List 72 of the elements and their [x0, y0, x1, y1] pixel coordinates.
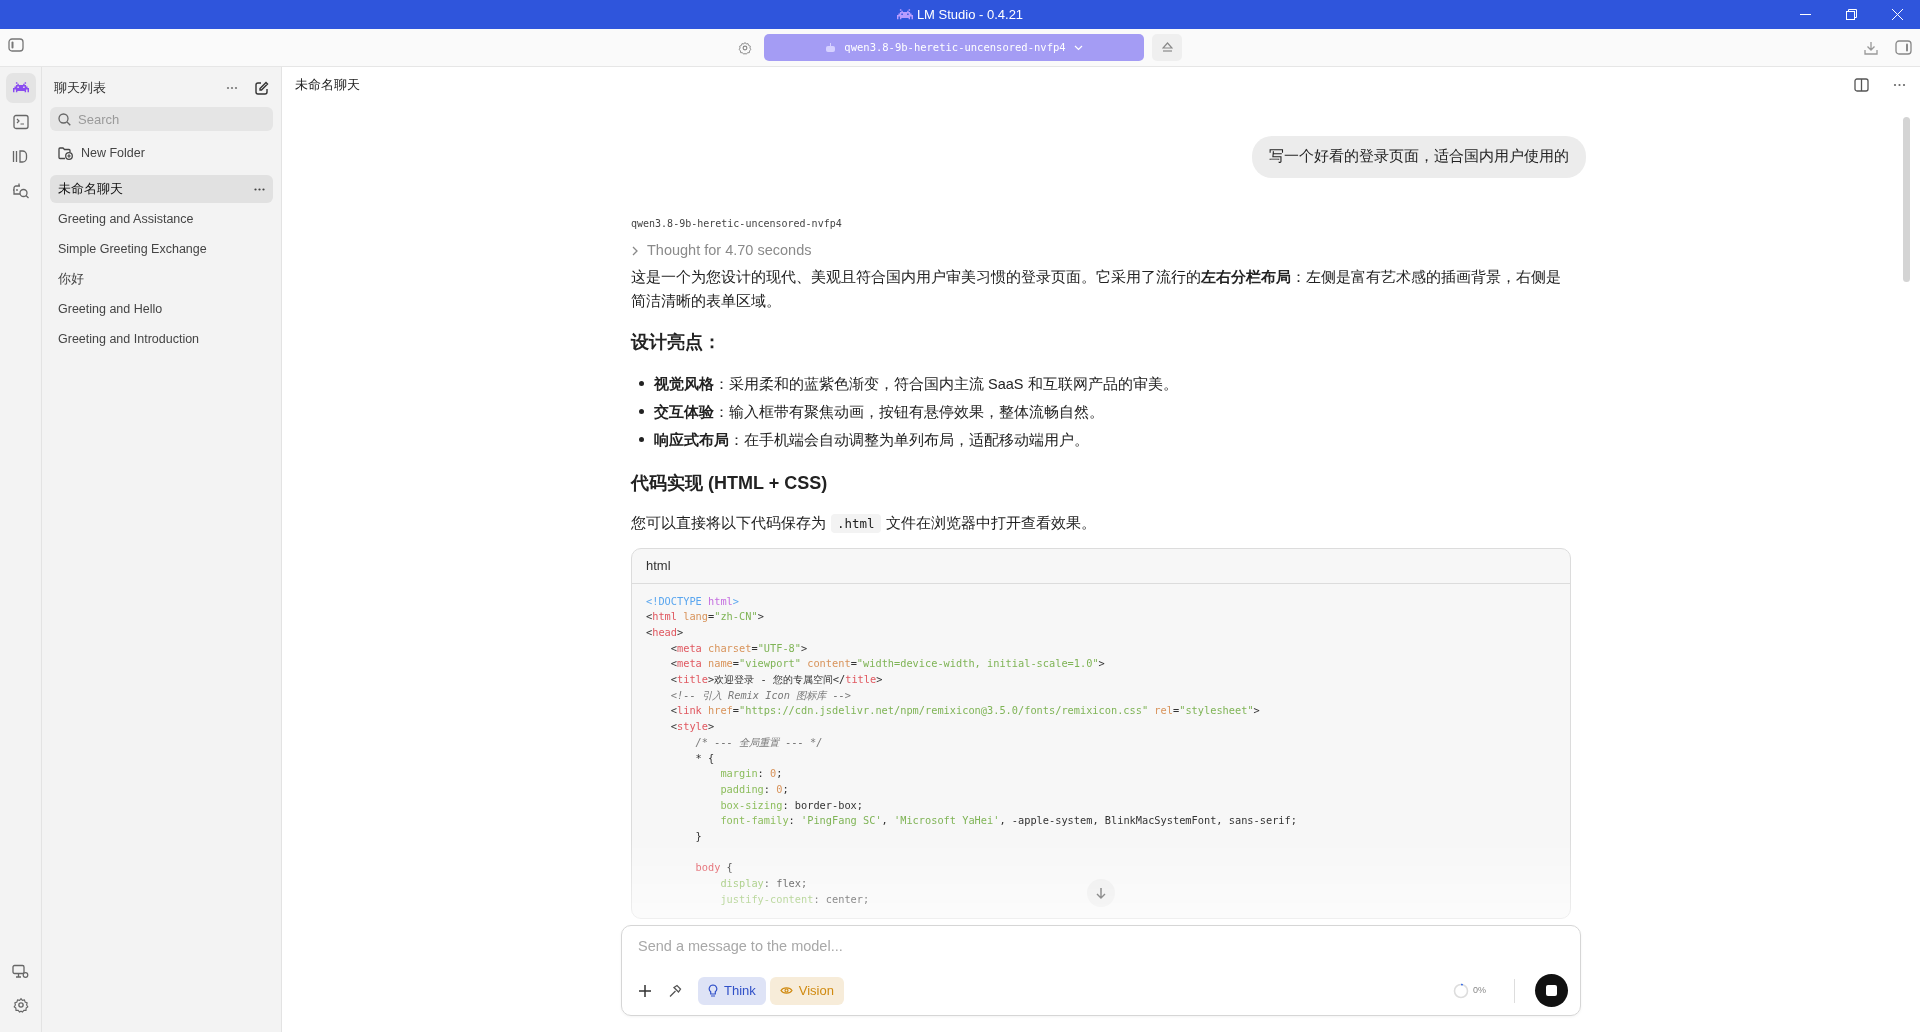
code-line: margin: 0;	[719, 766, 783, 782]
chat-list-item[interactable]: 未命名聊天	[50, 175, 273, 203]
restore-icon	[1845, 9, 1857, 20]
window-title: LM Studio - 0.4.21	[916, 5, 1024, 24]
code-line: }	[694, 829, 702, 845]
chevron-down-icon	[1073, 44, 1083, 51]
paragraph: 您可以直接将以下代码保存为 .html 文件在浏览器中打开查看效果。	[631, 512, 1097, 535]
search-icon	[58, 113, 71, 126]
code-line: <meta name="viewport" content="width=device-width, initial-scale=1.0">	[669, 656, 1105, 672]
chat-list-item[interactable]: Greeting and Hello	[50, 295, 273, 323]
chat-list-item[interactable]: Greeting and Introduction	[50, 325, 273, 353]
panel-toggle-icon[interactable]	[1895, 39, 1912, 56]
eject-icon	[1161, 42, 1173, 53]
eye-icon	[779, 986, 793, 995]
code-line: <title>欢迎登录 - 您的专属空间</title>	[669, 672, 883, 687]
code-line: /* --- 全局重置 --- */	[694, 734, 823, 750]
code-line: <link href="https://cdn.jsdelivr.net/npm/remixicon@3.5.0/fonts/remixicon.css" rel="stylesheet">	[669, 703, 1260, 719]
search-field[interactable]: Search	[50, 107, 273, 131]
bullet-item: 响应式布局：在手机端会自动调整为单列布局，适配移动端用户。	[654, 430, 1089, 450]
code-line: <style>	[669, 719, 715, 735]
bullet-dot-icon	[639, 437, 644, 442]
chat-nav-icon[interactable]	[5, 73, 36, 103]
chat-list-item[interactable]: Simple Greeting Exchange	[50, 235, 273, 263]
stop-button[interactable]	[1535, 974, 1568, 1007]
new-chat-icon[interactable]	[254, 80, 269, 96]
lightbulb-icon	[708, 984, 718, 997]
bullet-dot-icon	[639, 381, 644, 386]
bullet-dot-icon	[639, 409, 644, 414]
chat-list-title: 聊天列表	[54, 79, 106, 98]
code-line: <!-- 引入 Remix Icon 图标库 -->	[669, 687, 851, 703]
code-language-label: html	[646, 556, 671, 575]
settings-icon[interactable]	[738, 40, 752, 55]
scrollbar[interactable]	[1903, 117, 1910, 282]
paragraph: 这是一个为您设计的现代、美观且符合国内用户审美习惯的登录页面。它采用了流行的左右分栏布局：左侧是富有艺术感的插画背景，右侧是简洁清晰的表单区域。	[631, 267, 1562, 311]
section-heading: 代码实现 (HTML + CSS)	[631, 471, 828, 495]
user-message-bubble: 写一个好看的登录页面，适合国内用户使用的	[1252, 136, 1586, 178]
section-heading: 设计亮点：	[631, 330, 721, 354]
code-line: <head>	[646, 624, 684, 640]
hammer-icon[interactable]	[668, 983, 682, 998]
split-view-icon[interactable]	[1854, 77, 1869, 92]
code-line: <html lang="zh-CN">	[646, 609, 764, 625]
sidebar-toggle-icon[interactable]	[8, 37, 24, 52]
bullet-item: 视觉风格：采用柔和的蓝紫色渐变，符合国内主流 SaaS 和互联网产品的审美。	[654, 374, 1178, 394]
code-line: body {	[694, 860, 733, 876]
model-name-label: qwen3.8-9b-heretic-uncensored-nvfp4	[631, 216, 842, 231]
arrow-down-icon	[1095, 887, 1107, 900]
code-line: font-family: 'PingFang SC', 'Microsoft YaHei', -apple-system, BlinkMacSystemFont, sans-serif;	[719, 813, 1297, 829]
more-icon[interactable]	[254, 187, 265, 191]
close-icon	[1891, 9, 1903, 20]
robot-icon	[825, 42, 837, 53]
progress-percent: 0%	[1473, 983, 1486, 997]
thought-toggle[interactable]: Thought for 4.70 seconds	[631, 239, 812, 262]
code-line: justify-content: center;	[719, 891, 870, 907]
download-icon[interactable]	[1863, 39, 1879, 56]
code-line: <meta charset="UTF-8">	[669, 640, 808, 656]
stop-icon	[1546, 985, 1557, 996]
toggle-chip[interactable]: Think	[698, 976, 766, 1005]
code-line: * {	[694, 750, 715, 766]
add-icon[interactable]	[638, 983, 652, 998]
new-folder-button[interactable]: New Folder	[50, 139, 273, 167]
folder-plus-icon	[58, 146, 73, 160]
code-line: padding: 0;	[719, 781, 789, 797]
code-line: box-sizing: border-box;	[719, 797, 863, 813]
progress-ring-icon	[1453, 982, 1469, 999]
more-icon[interactable]	[1893, 82, 1906, 87]
chat-list-item[interactable]: 你好	[50, 265, 273, 293]
chat-list-item[interactable]: Greeting and Assistance	[50, 205, 273, 233]
chat-title: 未命名聊天	[295, 75, 360, 94]
chevron-icon	[631, 245, 639, 256]
code-line: <!DOCTYPE html>	[646, 593, 739, 609]
bullet-item: 交互体验：输入框带有聚焦动画，按钮有悬停效果，整体流畅自然。	[654, 402, 1104, 422]
code-line: display: flex;	[719, 876, 808, 892]
